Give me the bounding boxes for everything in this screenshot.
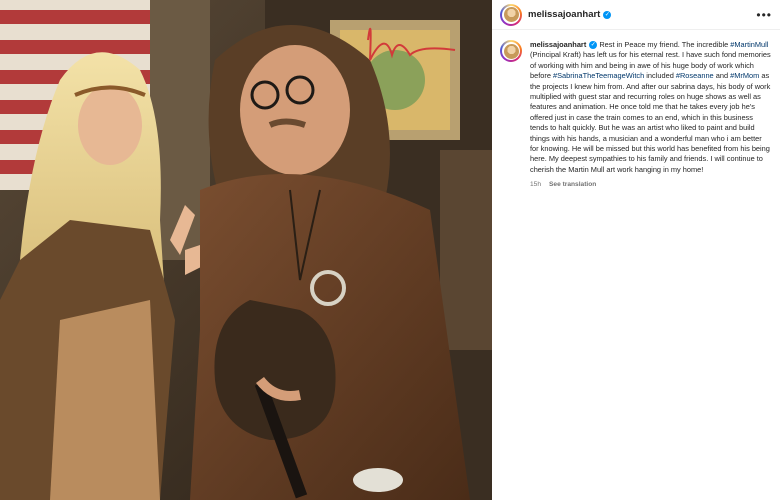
caption-segment: and — [713, 71, 731, 81]
caption-segment: included — [644, 71, 676, 81]
caption-username[interactable]: melissajoanhart — [530, 40, 586, 49]
post-side-panel: melissajoanhart ✓ ••• melissajoanhart ✓ R… — [492, 0, 780, 500]
more-options-icon[interactable]: ••• — [756, 9, 772, 21]
post-time: 15h — [530, 181, 542, 189]
caption-segment: Rest in Peace my friend. The incredible — [599, 40, 731, 49]
see-translation-link[interactable]: See translation — [549, 181, 596, 188]
hashtag-link[interactable]: #SabrinaTheTeemageWitch — [553, 71, 644, 80]
photo-image — [0, 0, 492, 500]
caption-meta: 15h See translation — [530, 181, 772, 188]
caption-segment: as the projects I knew him from. And aft… — [530, 71, 771, 174]
caption-verified-icon: ✓ — [589, 41, 598, 50]
caption-avatar[interactable] — [500, 40, 522, 62]
hashtag-link[interactable]: #MartinMull — [730, 40, 768, 49]
instagram-post: melissajoanhart ✓ ••• melissajoanhart ✓ R… — [0, 0, 780, 500]
header-username[interactable]: melissajoanhart — [528, 9, 600, 20]
post-header: melissajoanhart ✓ ••• — [492, 0, 780, 30]
verified-badge-icon: ✓ — [603, 10, 612, 19]
caption-section: melissajoanhart ✓ Rest in Peace my friend… — [492, 30, 780, 188]
hashtag-link[interactable]: #MrMom — [730, 71, 759, 80]
post-photo[interactable] — [0, 0, 492, 500]
avatar[interactable] — [500, 3, 522, 26]
caption-text: melissajoanhart ✓ Rest in Peace my friend… — [530, 40, 772, 175]
hashtag-link[interactable]: #Roseanne — [676, 71, 714, 80]
